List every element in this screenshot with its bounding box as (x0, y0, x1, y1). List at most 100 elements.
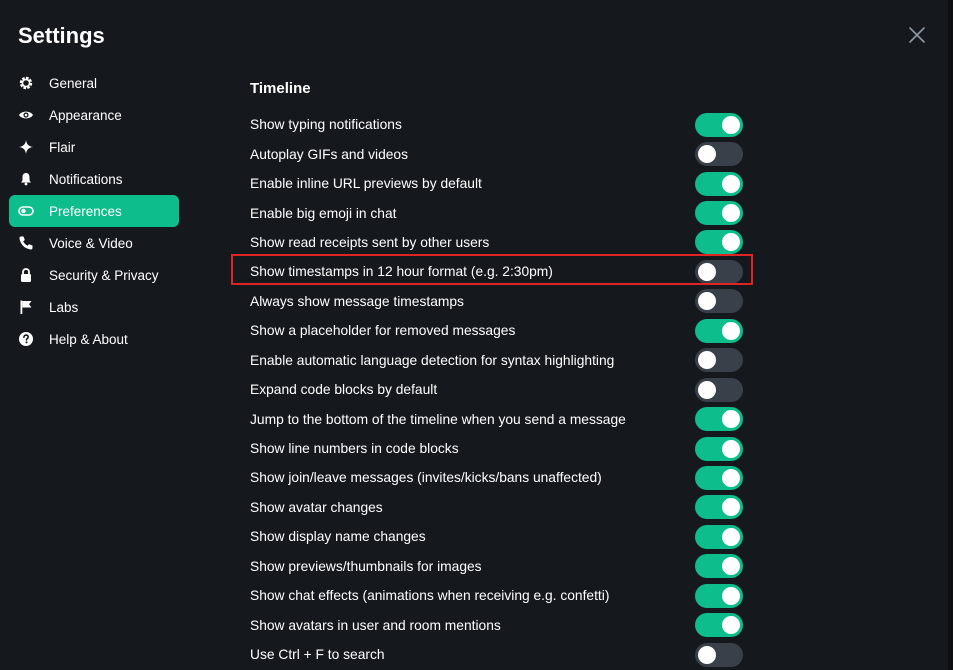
timeline-settings-list: Show typing notifications Autoplay GIFs a… (250, 110, 750, 669)
setting-row: Show line numbers in code blocks (250, 434, 750, 463)
setting-label: Enable automatic language detection for … (250, 352, 615, 368)
setting-toggle[interactable] (695, 407, 743, 432)
setting-label: Expand code blocks by default (250, 382, 438, 398)
setting-toggle[interactable] (695, 289, 743, 314)
setting-toggle[interactable] (695, 171, 743, 196)
setting-row: Always show message timestamps (250, 287, 750, 316)
setting-label: Show line numbers in code blocks (250, 441, 459, 457)
setting-row: Show display name changes (250, 522, 750, 551)
setting-row: Show timestamps in 12 hour format (e.g. … (250, 257, 750, 286)
setting-toggle[interactable] (695, 377, 743, 402)
setting-label: Show a placeholder for removed messages (250, 323, 516, 339)
setting-row: Enable automatic language detection for … (250, 346, 750, 375)
setting-label: Enable inline URL previews by default (250, 176, 482, 192)
toggle-knob (722, 586, 740, 605)
toggle-knob (722, 115, 740, 134)
setting-label: Show typing notifications (250, 117, 402, 133)
toggle-knob (698, 351, 716, 370)
setting-toggle[interactable] (695, 112, 743, 137)
setting-row: Show avatar changes (250, 493, 750, 522)
flag-icon (18, 299, 34, 315)
setting-toggle[interactable] (695, 348, 743, 373)
setting-toggle[interactable] (695, 583, 743, 608)
toggle-knob (698, 145, 716, 164)
scrollbar-track[interactable] (948, 0, 953, 670)
setting-toggle[interactable] (695, 554, 743, 579)
setting-row: Jump to the bottom of the timeline when … (250, 404, 750, 433)
toggle-knob (698, 262, 716, 281)
toggle-knob (722, 468, 740, 487)
toggle-knob (722, 321, 740, 340)
settings-dialog: Settings General Appearance Flair Notificat… (0, 0, 953, 670)
setting-toggle[interactable] (695, 142, 743, 167)
setting-row: Show previews/thumbnails for images (250, 552, 750, 581)
setting-toggle[interactable] (695, 318, 743, 343)
setting-row: Show join/leave messages (invites/kicks/… (250, 463, 750, 492)
sidebar-item-notifications[interactable]: Notifications (9, 163, 179, 195)
sidebar-item-preferences[interactable]: Preferences (9, 195, 179, 227)
sidebar-item-general[interactable]: General (9, 67, 179, 99)
setting-label: Show join/leave messages (invites/kicks/… (250, 470, 602, 486)
toggle-knob (722, 233, 740, 252)
phone-icon (18, 235, 34, 251)
setting-toggle[interactable] (695, 642, 743, 667)
toggle-knob (722, 498, 740, 517)
eye-icon (18, 107, 34, 123)
setting-toggle[interactable] (695, 524, 743, 549)
toggle-knob (698, 292, 716, 311)
sidebar-item-labs[interactable]: Labs (9, 291, 179, 323)
settings-sidebar: General Appearance Flair Notifications Prefe… (9, 67, 179, 355)
bell-icon (18, 171, 34, 187)
close-icon (906, 24, 928, 46)
toggle-knob (722, 410, 740, 429)
sidebar-item-label: General (49, 75, 98, 91)
sidebar-item-help-about[interactable]: Help & About (9, 323, 179, 355)
setting-label: Show read receipts sent by other users (250, 234, 490, 250)
setting-row: Enable inline URL previews by default (250, 169, 750, 198)
setting-row: Expand code blocks by default (250, 375, 750, 404)
setting-row: Show chat effects (animations when recei… (250, 581, 750, 610)
setting-row: Show typing notifications (250, 110, 750, 139)
sidebar-item-security-privacy[interactable]: Security & Privacy (9, 259, 179, 291)
setting-toggle[interactable] (695, 613, 743, 638)
sidebar-item-label: Voice & Video (49, 235, 133, 251)
setting-toggle[interactable] (695, 436, 743, 461)
toggle-knob (722, 439, 740, 458)
sidebar-item-label: Security & Privacy (49, 267, 159, 283)
dialog-title: Settings (18, 23, 105, 48)
toggle-knob (722, 174, 740, 193)
sidebar-item-flair[interactable]: Flair (9, 131, 179, 163)
setting-row: Use Ctrl + F to search (250, 640, 750, 669)
setting-label: Use Ctrl + F to search (250, 647, 385, 663)
toggle-knob (722, 616, 740, 635)
setting-label: Autoplay GIFs and videos (250, 146, 408, 162)
setting-toggle[interactable] (695, 259, 743, 284)
sidebar-item-voice-video[interactable]: Voice & Video (9, 227, 179, 259)
lock-icon (18, 267, 34, 283)
setting-label: Always show message timestamps (250, 293, 464, 309)
setting-label: Enable big emoji in chat (250, 205, 397, 221)
close-button[interactable] (906, 24, 928, 46)
setting-label: Show avatars in user and room mentions (250, 617, 501, 633)
setting-row: Show a placeholder for removed messages (250, 316, 750, 345)
sparkle-icon (18, 139, 34, 155)
toggle-knob (698, 645, 716, 664)
sidebar-item-label: Labs (49, 299, 79, 315)
toggle-knob (722, 557, 740, 576)
sidebar-item-appearance[interactable]: Appearance (9, 99, 179, 131)
toggle-knob (722, 204, 740, 223)
toggle-knob (722, 527, 740, 546)
sidebar-item-label: Notifications (49, 171, 123, 187)
toggle-icon (18, 203, 34, 219)
sidebar-item-label: Help & About (49, 331, 128, 347)
sidebar-item-label: Appearance (49, 107, 122, 123)
setting-label: Show avatar changes (250, 499, 383, 515)
section-heading-timeline: Timeline (250, 80, 311, 97)
setting-toggle[interactable] (695, 230, 743, 255)
setting-toggle[interactable] (695, 465, 743, 490)
setting-row: Show avatars in user and room mentions (250, 610, 750, 639)
setting-toggle[interactable] (695, 201, 743, 226)
setting-toggle[interactable] (695, 495, 743, 520)
gear-icon (18, 75, 34, 91)
toggle-knob (698, 380, 716, 399)
